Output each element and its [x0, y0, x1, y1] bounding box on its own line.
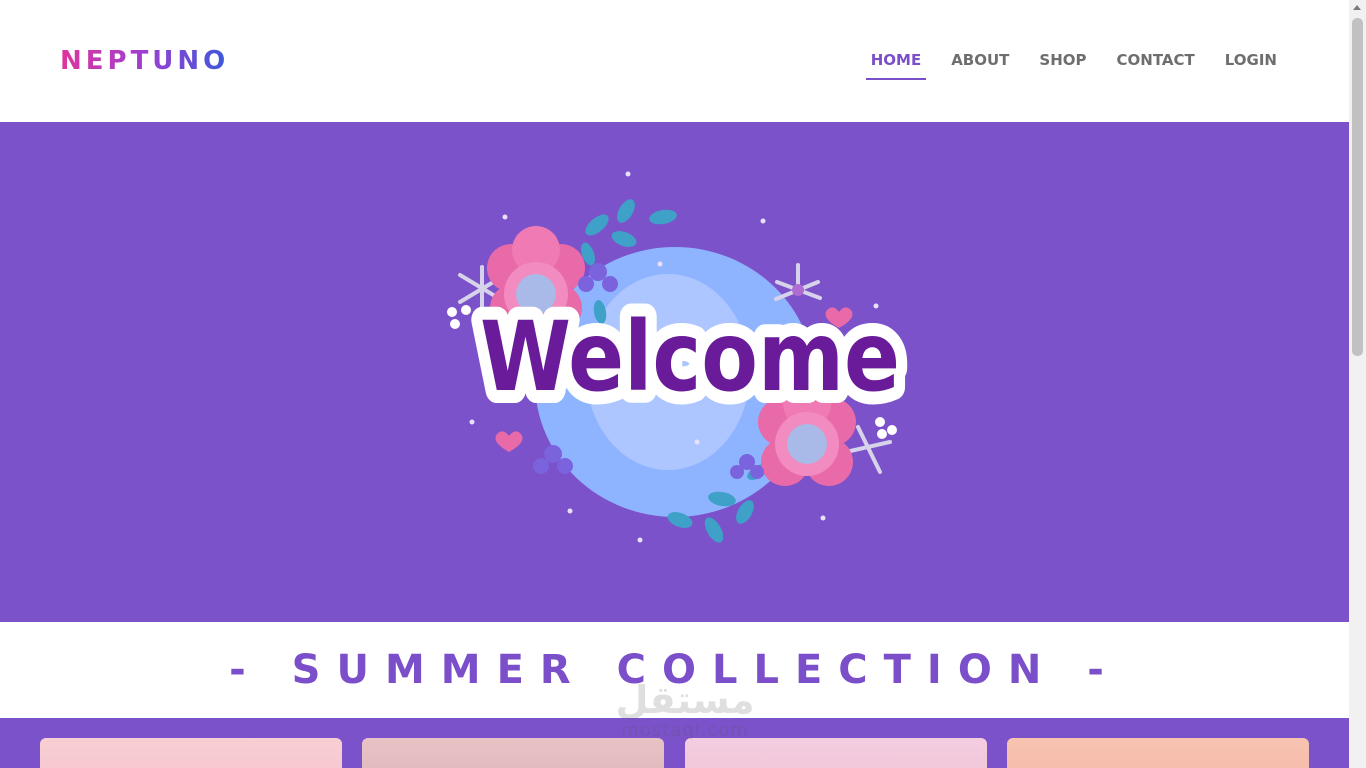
nav-contact[interactable]: CONTACT [1112, 48, 1200, 80]
nav-home[interactable]: HOME [865, 48, 927, 80]
welcome-text: Welcome [480, 301, 900, 413]
heart-icon [495, 431, 523, 452]
site-header: NEPTUNO HOME ABOUT SHOP CONTACT LOGIN [0, 0, 1349, 122]
product-card[interactable] [1007, 738, 1309, 768]
site-logo[interactable]: NEPTUNO [60, 44, 229, 78]
star-center-icon [792, 284, 804, 296]
product-card[interactable] [40, 738, 342, 768]
vertical-scrollbar[interactable] [1349, 0, 1366, 768]
main-nav: HOME ABOUT SHOP CONTACT LOGIN [846, 48, 1282, 80]
nav-login[interactable]: LOGIN [1220, 48, 1282, 80]
nav-shop[interactable]: SHOP [1034, 48, 1091, 80]
page: NEPTUNO HOME ABOUT SHOP CONTACT LOGIN We… [0, 0, 1366, 768]
hero-banner: Welcome Welcome [0, 122, 1349, 622]
section-title: - SUMMER COLLECTION - [229, 647, 1120, 693]
nav-about[interactable]: ABOUT [946, 48, 1014, 80]
scroll-thumb[interactable] [1352, 18, 1363, 356]
product-card[interactable] [362, 738, 664, 768]
page-content: NEPTUNO HOME ABOUT SHOP CONTACT LOGIN We… [0, 0, 1349, 768]
welcome-illustration: Welcome Welcome [447, 171, 913, 543]
products-strip [0, 718, 1349, 768]
product-card[interactable] [685, 738, 987, 768]
scroll-up-arrow-icon[interactable] [1353, 5, 1361, 10]
